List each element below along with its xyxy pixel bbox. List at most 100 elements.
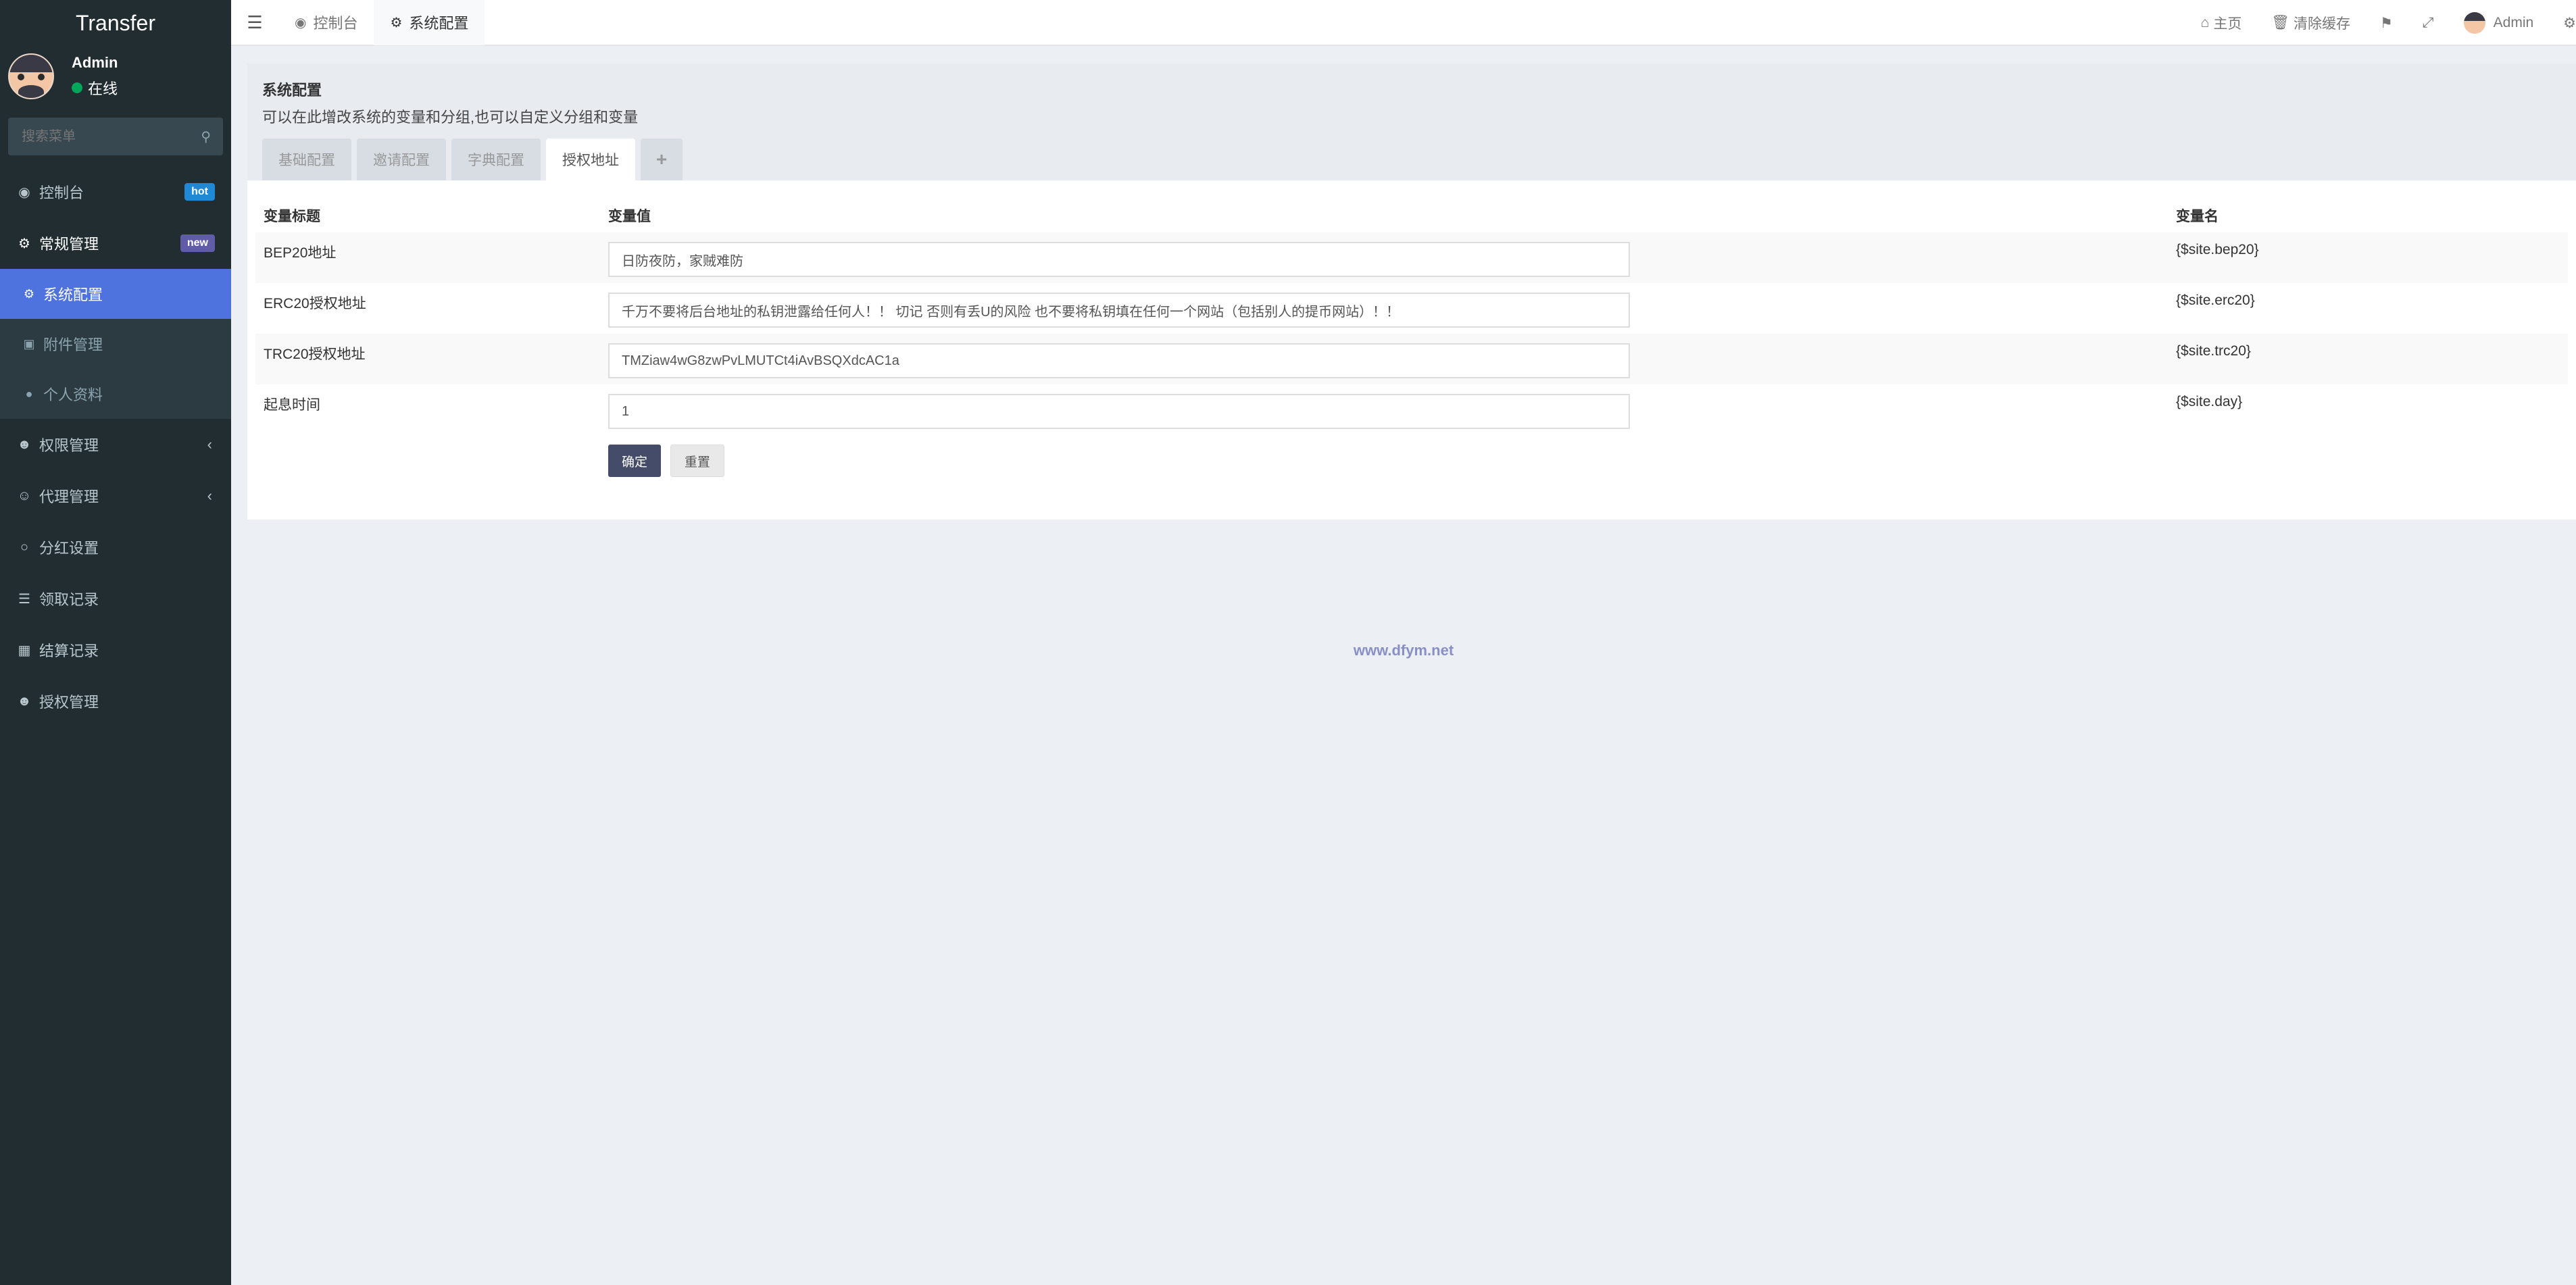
language-button[interactable]: ⚑ (2365, 0, 2408, 46)
sidebar-item-general[interactable]: ⚙ 常规管理 new (0, 218, 231, 269)
sidebar-item-claim-records[interactable]: ☰ 领取记录 (0, 573, 231, 624)
sidebar-item-agents[interactable]: ☺ 代理管理 ‹ (0, 470, 231, 522)
sidebar-item-label: 附件管理 (43, 336, 103, 353)
trc20-address-input[interactable] (608, 343, 1630, 378)
user-panel: Admin 在线 (0, 46, 231, 107)
tab-dictionary-config[interactable]: 字典配置 (451, 138, 541, 180)
user-icon: ● (25, 386, 33, 401)
sidebar: Transfer Admin 在线 ⚲ ◉ 控制台 hot ⚙ 常规管理 new… (0, 0, 231, 1285)
online-dot-icon (72, 82, 82, 93)
variable-name: {$site.trc20} (2168, 334, 2568, 384)
sidebar-item-label: 分红设置 (39, 540, 99, 557)
interest-start-input[interactable] (608, 394, 1630, 429)
main-content: 系统配置 可以在此增改系统的变量和分组,也可以自定义分组和变量 基础配置 邀请配… (231, 47, 2576, 1285)
variable-title: TRC20授权地址 (255, 334, 600, 384)
settings-button[interactable]: ⚙ (2548, 0, 2576, 46)
variable-name: {$site.erc20} (2176, 293, 2255, 308)
search-box: ⚲ (8, 118, 223, 155)
search-icon[interactable]: ⚲ (201, 128, 211, 145)
tab-basic-config[interactable]: 基础配置 (262, 138, 351, 180)
table-row: BEP20地址 {$site.bep20} (255, 232, 2568, 283)
sidebar-item-settlement-records[interactable]: ▦ 结算记录 (0, 624, 231, 676)
gear-icon: ⚙ (23, 286, 35, 301)
tab-system-config[interactable]: ⚙ 系统配置 (374, 0, 485, 45)
sidebar-item-attachments[interactable]: ▣ 附件管理 (0, 319, 231, 369)
bep20-address-input[interactable] (608, 242, 1630, 277)
circle-icon: ○ (20, 539, 29, 555)
variable-title: 起息时间 (264, 397, 320, 413)
home-label: 主页 (2213, 16, 2242, 32)
table-row: ERC20授权地址 {$site.erc20} (255, 283, 2568, 334)
sidebar-item-label: 常规管理 (39, 236, 99, 253)
list-alt-icon: ▦ (18, 642, 31, 658)
sidebar-item-profile[interactable]: ● 个人资料 (0, 369, 231, 419)
table-row: 起息时间 {$site.day} (255, 384, 2568, 435)
top-navbar: ☰ ◉ 控制台 ⚙ 系统配置 ⌂ 主页 🗑 清除缓存 ⚑ ⤢ Admin ⚙ (231, 0, 2576, 46)
dashboard-icon: ◉ (18, 184, 30, 200)
home-icon: ⌂ (2200, 15, 2210, 30)
sidebar-item-label: 系统配置 (43, 286, 103, 303)
fullscreen-button[interactable]: ⤢ (2408, 0, 2449, 46)
table-row: 确定 重置 (255, 435, 2568, 486)
add-tab-button[interactable]: + (641, 138, 683, 180)
sidebar-item-permissions[interactable]: ☻ 权限管理 ‹ (0, 419, 231, 470)
chevron-left-icon: ‹ (207, 436, 212, 453)
tab-auth-address[interactable]: 授权地址 (546, 138, 635, 180)
column-header: 变量标题 (264, 209, 320, 224)
sidebar-item-label: 权限管理 (39, 437, 99, 454)
sidebar-item-system-config[interactable]: ⚙ 系统配置 (0, 269, 231, 319)
sidebar-item-label: 授权管理 (39, 694, 99, 711)
panel-tabs: 基础配置 邀请配置 字典配置 授权地址 + (262, 138, 688, 180)
gear-icon: ⚙ (2563, 15, 2576, 31)
sidebar-item-label: 领取记录 (39, 591, 99, 608)
menu-toggle-icon[interactable]: ☰ (231, 0, 278, 45)
column-header: 变量名 (2176, 209, 2219, 224)
gear-icon: ⚙ (390, 15, 403, 30)
sidebar-item-label: 个人资料 (43, 386, 103, 403)
fullscreen-icon: ⤢ (2422, 15, 2434, 30)
user-status: 在线 (72, 77, 118, 99)
user-menu[interactable]: Admin (2449, 0, 2549, 46)
tab-label: 系统配置 (409, 15, 469, 32)
brand-logo[interactable]: Transfer (0, 0, 231, 46)
hot-badge: hot (184, 183, 215, 201)
variable-title: ERC20授权地址 (264, 296, 366, 311)
variable-title: BEP20地址 (255, 232, 600, 283)
clear-cache-label: 清除缓存 (2294, 16, 2350, 32)
variable-name: {$site.day} (2176, 394, 2243, 409)
tab-invite-config[interactable]: 邀请配置 (357, 138, 446, 180)
sidebar-item-label: 结算记录 (39, 642, 99, 659)
home-button[interactable]: ⌂ 主页 (2186, 0, 2257, 46)
sidebar-item-label: 代理管理 (39, 488, 99, 505)
new-badge: new (180, 234, 215, 252)
watermark: www.dfym.net (1353, 642, 1454, 659)
chevron-left-icon: ‹ (207, 487, 212, 504)
search-input[interactable] (20, 128, 182, 145)
file-image-icon: ▣ (23, 336, 35, 351)
erc20-address-input[interactable] (608, 293, 1630, 328)
panel-description: 可以在此增改系统的变量和分组,也可以自定义分组和变量 (262, 109, 639, 126)
confirm-button[interactable]: 确定 (608, 445, 662, 477)
variable-name: {$site.bep20} (2168, 232, 2568, 283)
group-icon: ☻ (17, 693, 32, 709)
trash-icon: 🗑 (2271, 15, 2289, 30)
panel-title: 系统配置 (262, 82, 322, 99)
list-icon: ☰ (18, 591, 30, 607)
column-header: 变量值 (608, 209, 651, 224)
tab-dashboard[interactable]: ◉ 控制台 (278, 0, 374, 45)
sidebar-item-authorization[interactable]: ☻ 授权管理 (0, 676, 231, 727)
cogs-icon: ⚙ (18, 236, 30, 251)
table-row: TRC20授权地址 {$site.trc20} (255, 334, 2568, 384)
avatar (8, 53, 54, 99)
reset-button[interactable]: 重置 (670, 445, 724, 477)
panel-header: 系统配置 可以在此增改系统的变量和分组,也可以自定义分组和变量 基础配置 邀请配… (247, 64, 2576, 180)
dashboard-icon: ◉ (295, 15, 307, 30)
clear-cache-button[interactable]: 🗑 清除缓存 (2256, 0, 2365, 46)
sidebar-item-dividend[interactable]: ○ 分红设置 (0, 522, 231, 573)
sidebar-item-dashboard[interactable]: ◉ 控制台 hot (0, 166, 231, 218)
group-icon: ☻ (17, 436, 32, 452)
user-menu-label: Admin (2493, 15, 2534, 30)
user-name: Admin (72, 54, 118, 71)
config-panel: 系统配置 可以在此增改系统的变量和分组,也可以自定义分组和变量 基础配置 邀请配… (247, 64, 2576, 520)
tab-label: 控制台 (313, 15, 358, 32)
